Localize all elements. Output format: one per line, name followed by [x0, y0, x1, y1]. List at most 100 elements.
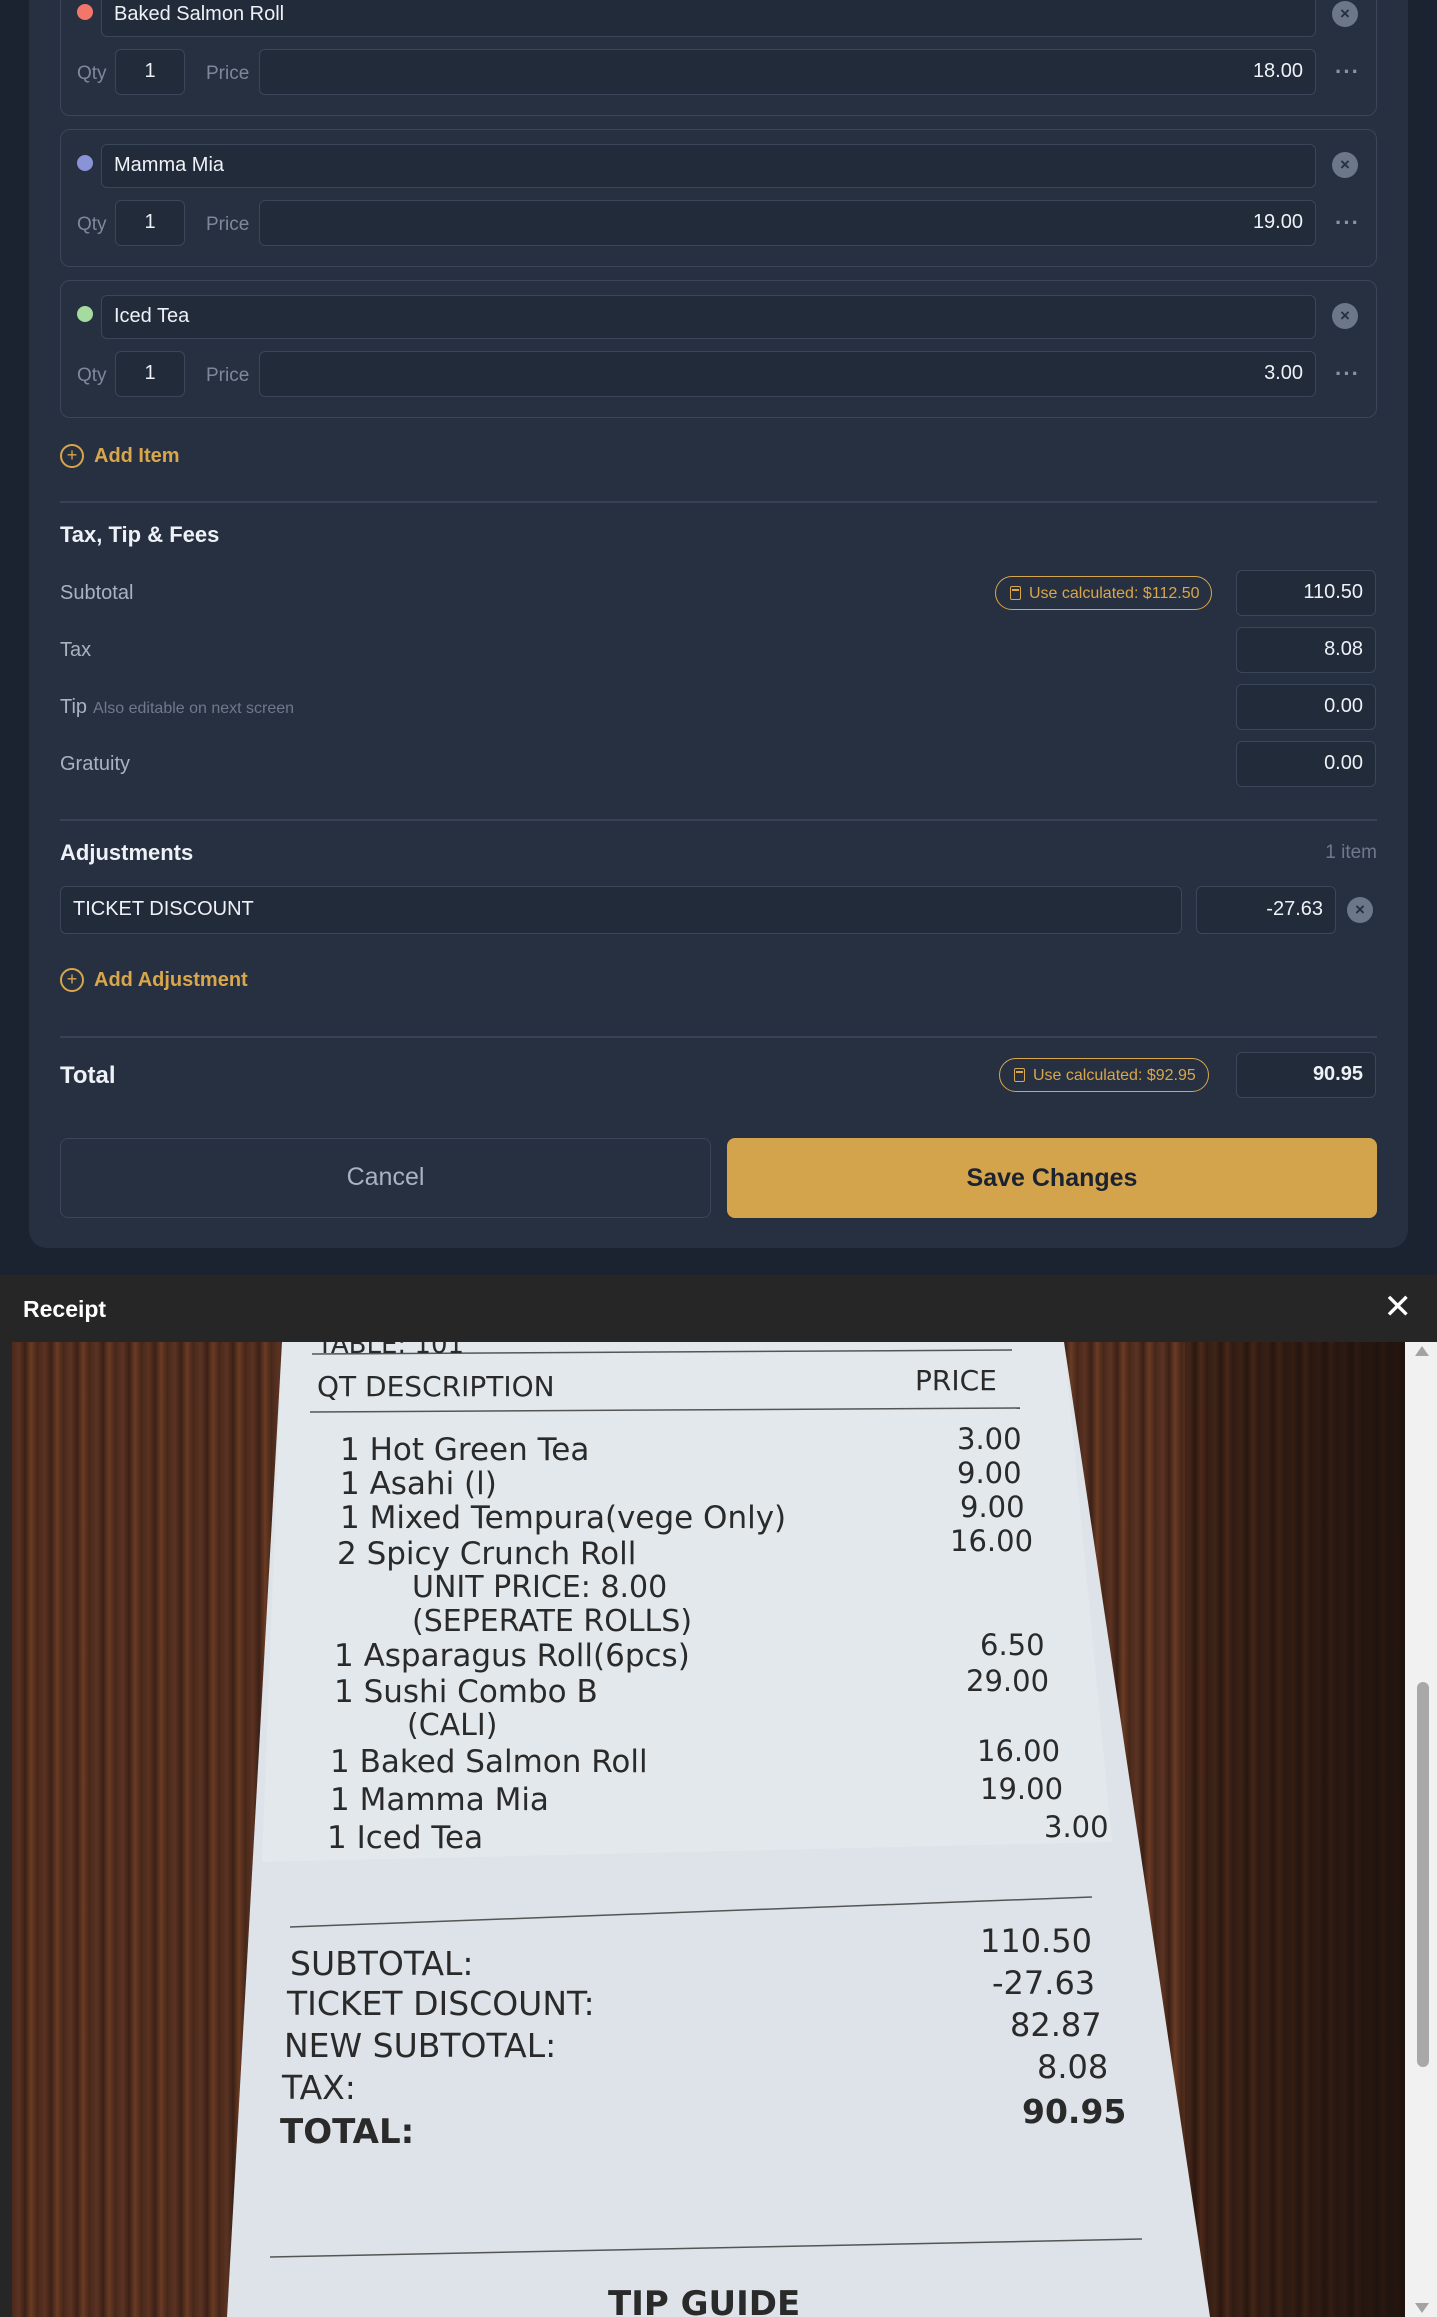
price-input[interactable]: 19.00 — [259, 200, 1316, 246]
add-adjustment-label: Add Adjustment — [94, 968, 248, 991]
fees-section-title: Tax, Tip & Fees — [60, 522, 220, 547]
receipt-total-value: 90.95 — [1022, 2092, 1127, 2131]
receipt-text-line: 1 Baked Salmon Roll — [330, 1744, 648, 1780]
receipt-subtotal-value: 110.50 — [980, 1922, 1092, 1960]
price-label: Price — [206, 63, 250, 84]
receipt-discount-value: -27.63 — [992, 1964, 1096, 2002]
receipt-image: TABLE: 101 QT DESCRIPTION PRICE 1 Hot Gr… — [12, 1342, 1405, 2317]
more-options-icon[interactable]: ··· — [1335, 210, 1360, 236]
tax-input[interactable]: 8.08 — [1236, 627, 1376, 673]
receipt-header: Receipt ✕ — [0, 1275, 1437, 1342]
item-color-dot — [77, 4, 93, 20]
save-changes-button[interactable]: Save Changes — [727, 1138, 1377, 1218]
calculator-icon — [1010, 586, 1021, 600]
line-item: Mamma Mia × Qty 1 Price 19.00 ··· — [60, 129, 1377, 267]
calculator-icon — [1014, 1068, 1025, 1082]
receipt-text-price: 3.00 — [957, 1422, 1022, 1456]
item-name-input[interactable]: Iced Tea — [101, 295, 1316, 339]
receipt-text-price: 16.00 — [977, 1734, 1061, 1768]
scroll-down-icon[interactable] — [1415, 2303, 1429, 2313]
remove-item-icon[interactable]: × — [1332, 303, 1358, 329]
receipt-text-line: 1 Mixed Tempura(vege Only) — [340, 1500, 787, 1536]
receipt-text-line: 1 Hot Green Tea — [340, 1432, 590, 1468]
adjustment-name-input[interactable]: TICKET DISCOUNT — [60, 886, 1182, 934]
receipt-subtotal-label: SUBTOTAL: — [290, 1944, 474, 1983]
receipt-text-line: 1 Asparagus Roll(6pcs) — [334, 1638, 690, 1674]
receipt-tip-guide: TIP GUIDE — [608, 2284, 801, 2317]
qty-input[interactable]: 1 — [115, 351, 185, 397]
receipt-new-subtotal-label: NEW SUBTOTAL: — [284, 2026, 557, 2065]
item-color-dot — [77, 306, 93, 322]
receipt-text-price: 19.00 — [980, 1772, 1064, 1806]
plus-circle-icon: + — [60, 444, 84, 468]
use-calculated-total-label: Use calculated: $92.95 — [1033, 1066, 1196, 1084]
remove-item-icon[interactable]: × — [1332, 152, 1358, 178]
receipt-discount-label: TICKET DISCOUNT: — [287, 1984, 595, 2023]
receipt-text-line: (CALI) — [407, 1708, 498, 1743]
receipt-text-line: 1 Iced Tea — [327, 1820, 484, 1856]
tip-label-row: Tip Also editable on next screen — [60, 696, 294, 719]
more-options-icon[interactable]: ··· — [1335, 59, 1360, 85]
divider — [60, 819, 1377, 821]
receipt-scrollbar[interactable] — [1405, 1342, 1437, 2317]
add-adjustment-button[interactable]: + Add Adjustment — [60, 968, 248, 992]
receipt-text-line: 2 Spicy Crunch Roll — [337, 1536, 637, 1572]
receipt-text-header-price: PRICE — [915, 1364, 997, 1397]
line-item: Iced Tea × Qty 1 Price 3.00 ··· — [60, 280, 1377, 418]
receipt-text-line: 1 Mamma Mia — [330, 1782, 549, 1818]
adjustment-amount-input[interactable]: -27.63 — [1196, 886, 1336, 934]
receipt-total-label: TOTAL: — [280, 2112, 415, 2152]
receipt-text-price: 6.50 — [980, 1628, 1045, 1662]
close-icon[interactable]: ✕ — [1384, 1289, 1413, 1325]
receipt-text-price: 9.00 — [957, 1456, 1022, 1490]
line-item: Baked Salmon Roll × Qty 1 Price 18.00 ··… — [60, 0, 1377, 116]
use-calculated-total-button[interactable]: Use calculated: $92.95 — [999, 1058, 1209, 1092]
total-input[interactable]: 90.95 — [1236, 1052, 1376, 1098]
item-name-input[interactable]: Baked Salmon Roll — [101, 0, 1316, 37]
bill-editor: Baked Salmon Roll × Qty 1 Price 18.00 ··… — [0, 0, 1437, 1275]
price-label: Price — [206, 214, 250, 235]
cancel-button[interactable]: Cancel — [60, 1138, 711, 1218]
receipt-new-subtotal-value: 82.87 — [1010, 2006, 1102, 2044]
more-options-icon[interactable]: ··· — [1335, 361, 1360, 387]
scrollbar-thumb[interactable] — [1417, 1682, 1429, 2067]
subtotal-input[interactable]: 110.50 — [1236, 570, 1376, 616]
tax-label: Tax — [60, 639, 92, 661]
qty-label: Qty — [77, 63, 107, 84]
divider — [60, 1036, 1377, 1038]
price-input[interactable]: 18.00 — [259, 49, 1316, 95]
use-calculated-subtotal-label: Use calculated: $112.50 — [1029, 584, 1200, 602]
add-item-label: Add Item — [94, 444, 180, 467]
receipt-text-line: 1 Sushi Combo B — [334, 1674, 598, 1710]
tip-input[interactable]: 0.00 — [1236, 684, 1376, 730]
receipt-tax-value: 8.08 — [1037, 2048, 1109, 2086]
qty-label: Qty — [77, 365, 107, 386]
add-item-button[interactable]: + Add Item — [60, 444, 180, 468]
item-color-dot — [77, 155, 93, 171]
receipt-panel: Receipt ✕ TABLE: 101 QT DESCRIPTION PRIC… — [0, 1275, 1437, 2317]
tip-hint: Also editable on next screen — [93, 700, 295, 717]
receipt-text-line: 1 Asahi (l) — [340, 1466, 497, 1502]
receipt-text-price: 16.00 — [950, 1524, 1034, 1558]
qty-label: Qty — [77, 214, 107, 235]
qty-input[interactable]: 1 — [115, 200, 185, 246]
receipt-title: Receipt — [23, 1296, 107, 1322]
scroll-up-icon[interactable] — [1415, 1346, 1429, 1356]
adjustments-count: 1 item — [1325, 842, 1377, 863]
item-name-input[interactable]: Mamma Mia — [101, 144, 1316, 188]
qty-input[interactable]: 1 — [115, 49, 185, 95]
gratuity-input[interactable]: 0.00 — [1236, 741, 1376, 787]
receipt-text-line: (SEPERATE ROLLS) — [412, 1604, 693, 1639]
total-label: Total — [60, 1062, 116, 1089]
receipt-paper — [227, 1342, 1210, 2317]
use-calculated-subtotal-button[interactable]: Use calculated: $112.50 — [995, 576, 1213, 610]
divider — [60, 501, 1377, 503]
price-input[interactable]: 3.00 — [259, 351, 1316, 397]
receipt-text-price: 9.00 — [960, 1490, 1025, 1524]
subtotal-label: Subtotal — [60, 582, 134, 604]
plus-circle-icon: + — [60, 968, 84, 992]
price-label: Price — [206, 365, 250, 386]
remove-item-icon[interactable]: × — [1332, 1, 1358, 27]
receipt-text-header-desc: QT DESCRIPTION — [317, 1370, 555, 1403]
remove-adjustment-icon[interactable]: × — [1347, 897, 1373, 923]
